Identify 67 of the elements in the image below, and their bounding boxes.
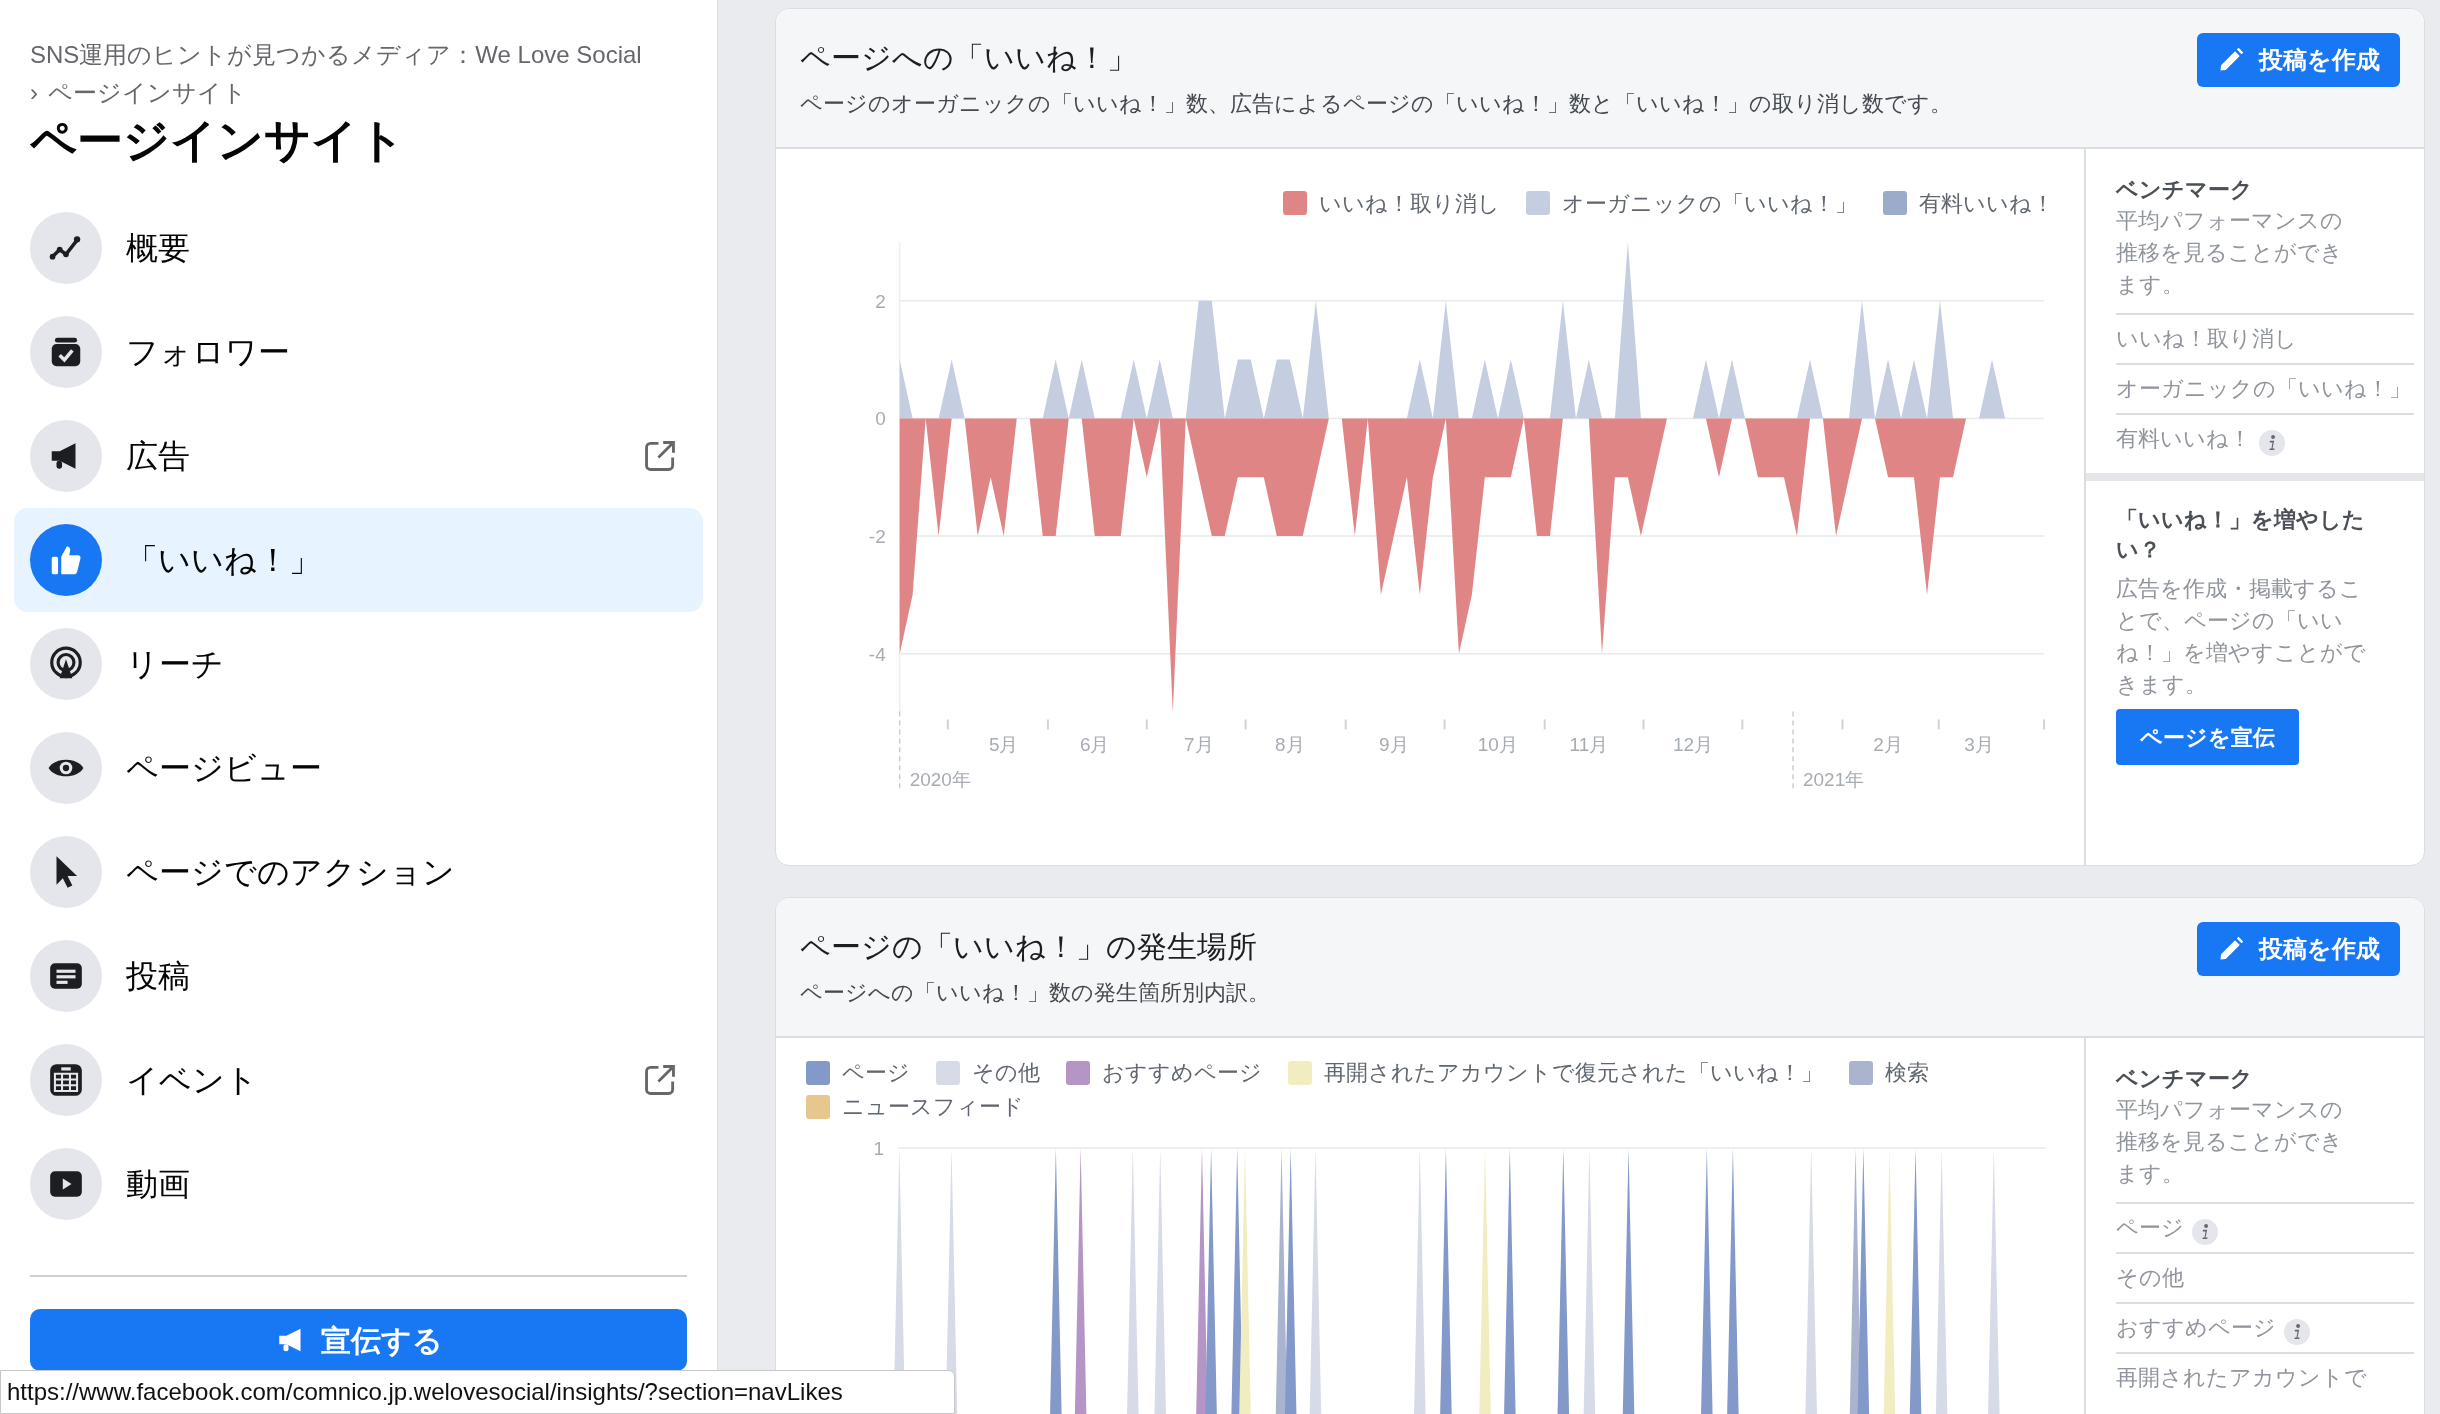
info-icon[interactable]	[2284, 1319, 2310, 1345]
nav-item[interactable]: 動画	[14, 1132, 703, 1236]
promo-description: 広告を作成・掲載することで、ページの「いいね！」を増やすことができます。	[2116, 575, 2367, 699]
legend-label: 再開されたアカウントで復元された「いいね！」	[1324, 1059, 1823, 1087]
card-title: ページの「いいね！」の発生場所	[800, 929, 1258, 965]
benchmark-description: 平均パフォーマンスの推移を見ることができます。	[2116, 1096, 2344, 1188]
card-title: ページへの「いいね！」	[800, 40, 1138, 76]
legend-label: いいね！取り消し	[1319, 189, 1500, 218]
axis-label: 8月	[1275, 734, 1305, 756]
axis-label: -2	[868, 526, 886, 547]
nav-item[interactable]: イベント	[14, 1028, 703, 1132]
axis-label: 2	[875, 290, 886, 312]
status-url: https://www.facebook.com/comnico.jp.welovesocial/insights/?section=navLikes	[0, 1370, 955, 1414]
breadcrumb-current: ページインサイト	[48, 78, 247, 108]
benchmark-item[interactable]: その他	[2116, 1252, 2414, 1302]
benchmark-item[interactable]: おすすめページ	[2116, 1302, 2414, 1352]
nav-item[interactable]: 投稿	[14, 924, 703, 1028]
benchmark-description: 平均パフォーマンスの推移を見ることができます。	[2116, 207, 2344, 299]
benchmark-title: ベンチマーク	[2116, 176, 2254, 204]
axis-label: -4	[868, 643, 886, 665]
axis-label: 11月	[1569, 734, 1609, 756]
legend-label: ページ	[842, 1059, 910, 1087]
axis-label: 1	[873, 1138, 884, 1159]
benchmark-item[interactable]: 有料いいね！	[2116, 413, 2414, 463]
nav-item[interactable]: ページでのアクション	[14, 820, 703, 924]
benchmark-item[interactable]: ページ	[2116, 1202, 2414, 1252]
year-label: 2021年	[1803, 769, 1865, 791]
page-title: ページインサイト	[30, 113, 406, 168]
promote-page-button[interactable]: ページを宣伝	[2116, 709, 2299, 765]
axis-label: 10月	[1477, 734, 1518, 756]
legend-label: ニュースフィード	[842, 1093, 1024, 1121]
nav-item[interactable]: 「いいね！」	[14, 508, 703, 612]
breadcrumb-link[interactable]: SNS運用のヒントが見つかるメディア：We Love Social	[30, 36, 687, 74]
pencil-icon	[2217, 935, 2245, 963]
axis-label: 6月	[1079, 734, 1110, 756]
promo-title: 「いいね！」を増やしたい？	[2116, 506, 2366, 564]
axis-label: 12月	[1672, 734, 1713, 756]
legend-label: その他	[972, 1059, 1040, 1087]
nav-item[interactable]: リーチ	[14, 612, 703, 716]
card-subtitle: ページへの「いいね！」数の発生箇所別内訳。	[800, 979, 1270, 1007]
axis-label: 3月	[1964, 734, 1994, 756]
axis-label: 2月	[1873, 734, 1903, 756]
legend-label: オーガニックの「いいね！」	[1562, 189, 1857, 218]
axis-label: 9月	[1379, 734, 1409, 756]
axis-label: 7月	[1184, 734, 1214, 756]
nav-item[interactable]: フォロワー	[14, 300, 703, 404]
legend-label: おすすめページ	[1102, 1059, 1262, 1087]
card-subtitle: ページのオーガニックの「いいね！」数、広告によるページの「いいね！」数と「いいね！」の取り消し数です。	[800, 90, 1952, 118]
benchmark-item[interactable]: 再開されたアカウントで	[2116, 1352, 2414, 1402]
promote-button[interactable]: 宣伝する	[30, 1309, 687, 1371]
info-icon[interactable]	[2192, 1219, 2218, 1245]
benchmark-item[interactable]: いいね！取り消し	[2116, 313, 2414, 363]
nav-item[interactable]: 広告	[14, 404, 703, 508]
benchmark-item[interactable]: オーガニックの「いいね！」	[2116, 363, 2414, 413]
year-label: 2020年	[909, 769, 971, 791]
axis-label: 0	[875, 408, 886, 430]
create-post-button[interactable]: 投稿を作成	[2197, 33, 2400, 87]
pencil-icon	[2217, 46, 2245, 74]
axis-label: 5月	[988, 734, 1019, 756]
nav-item[interactable]: ページビュー	[14, 716, 703, 820]
create-post-button[interactable]: 投稿を作成	[2197, 922, 2400, 976]
benchmark-title: ベンチマーク	[2116, 1065, 2254, 1093]
nav-item[interactable]: 概要	[14, 196, 703, 300]
breadcrumb-separator: ›	[30, 78, 38, 108]
legend-label: 検索	[1885, 1059, 1929, 1087]
info-icon[interactable]	[2259, 430, 2285, 456]
legend-label: 有料いいね！	[1919, 189, 2054, 218]
